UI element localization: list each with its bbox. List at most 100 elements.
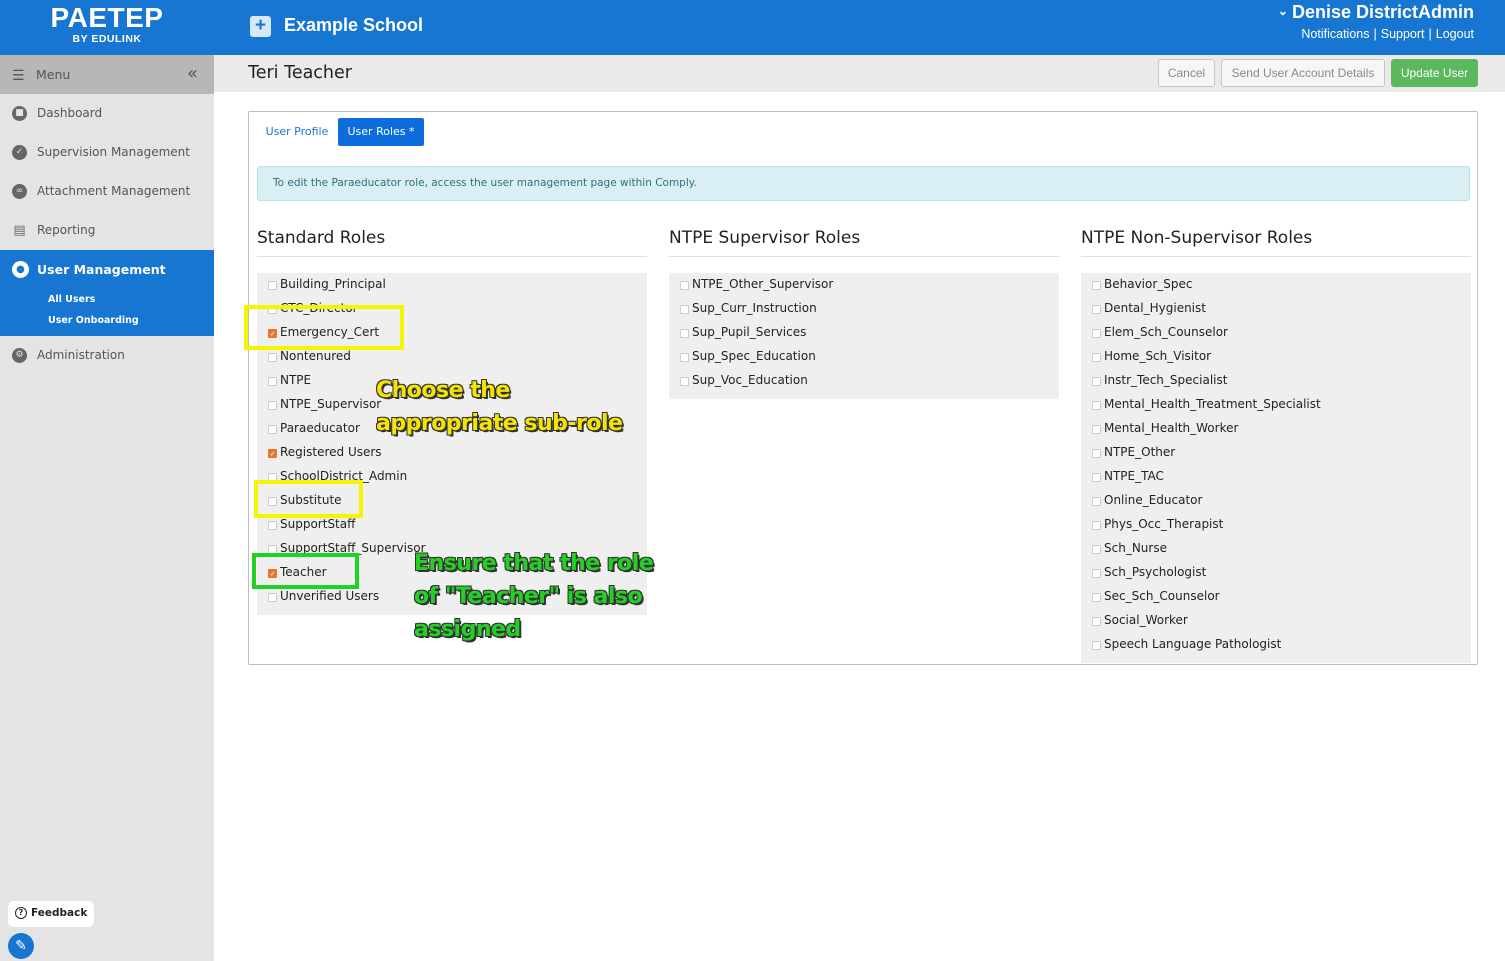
role-option[interactable]: Dental_Hygienist — [1081, 297, 1471, 321]
role-label: Dental_Hygienist — [1104, 301, 1206, 315]
sidebar-item-reporting[interactable]: ▤ Reporting — [0, 211, 214, 250]
sidebar-item-dashboard[interactable]: ■ Dashboard — [0, 94, 214, 133]
role-checkbox[interactable] — [1092, 545, 1101, 554]
role-checkbox[interactable] — [680, 377, 689, 386]
role-label: Sup_Curr_Instruction — [692, 301, 817, 315]
role-checkbox[interactable] — [268, 593, 277, 602]
role-option[interactable]: Online_Educator — [1081, 489, 1471, 513]
sidebar-item-supervision[interactable]: ✓ Supervision Management — [0, 133, 214, 172]
support-link[interactable]: Support — [1381, 27, 1425, 41]
sidebar-subitem-all-users[interactable]: All Users — [48, 294, 95, 305]
check-circle-icon: ✓ — [12, 145, 27, 160]
edit-icon[interactable]: ✎ — [8, 933, 34, 959]
column-title: NTPE Supervisor Roles — [669, 226, 1059, 257]
update-user-button[interactable]: Update User — [1391, 59, 1478, 87]
highlight-box-emergency-cert — [244, 305, 404, 350]
role-checkbox[interactable] — [1092, 569, 1101, 578]
role-option[interactable]: Elem_Sch_Counselor — [1081, 321, 1471, 345]
role-label: Social_Worker — [1104, 613, 1188, 627]
role-label: NTPE_Supervisor — [280, 397, 382, 411]
role-checkbox[interactable] — [268, 425, 277, 434]
role-label: Paraeducator — [280, 421, 360, 435]
sidebar-subitem-user-onboarding[interactable]: User Onboarding — [48, 315, 139, 326]
role-checkbox[interactable] — [1092, 305, 1101, 314]
paperclip-icon: ∞ — [12, 184, 27, 199]
role-checkbox[interactable] — [680, 281, 689, 290]
role-option[interactable]: Sup_Curr_Instruction — [669, 297, 1059, 321]
sidebar-item-attachment[interactable]: ∞ Attachment Management — [0, 172, 214, 211]
role-checkbox[interactable] — [1092, 353, 1101, 362]
role-checkbox[interactable] — [1092, 401, 1101, 410]
role-checkbox[interactable] — [268, 401, 277, 410]
role-label: Online_Educator — [1104, 493, 1203, 507]
role-checkbox[interactable]: ✓ — [268, 449, 277, 458]
logo[interactable]: PAETEP BY EDULINK — [0, 0, 214, 55]
role-checkbox[interactable] — [1092, 281, 1101, 290]
role-checkbox[interactable] — [1092, 329, 1101, 338]
role-label: Speech Language Pathologist — [1104, 637, 1282, 651]
role-option[interactable]: Sup_Spec_Education — [669, 345, 1059, 369]
role-label: Sup_Voc_Education — [692, 373, 808, 387]
role-checkbox[interactable] — [1092, 521, 1101, 530]
plus-icon[interactable]: + — [250, 16, 271, 37]
notifications-link[interactable]: Notifications — [1301, 27, 1369, 41]
tab-user-roles[interactable]: User Roles * — [338, 118, 424, 146]
school-name[interactable]: Example School — [284, 15, 423, 36]
question-icon: ? — [15, 907, 27, 919]
user-links: Notifications | Support | Logout — [1301, 27, 1474, 41]
sidebar-item-user-management[interactable]: ● User Management All Users User Onboard… — [0, 250, 214, 336]
column-title: NTPE Non-Supervisor Roles — [1081, 226, 1471, 257]
role-option[interactable]: Sch_Psychologist — [1081, 561, 1471, 585]
tab-user-profile[interactable]: User Profile — [257, 118, 337, 146]
role-label: Registered Users — [280, 445, 382, 459]
feedback-button[interactable]: ? Feedback — [8, 901, 94, 927]
role-option[interactable]: Behavior_Spec — [1081, 273, 1471, 297]
role-checkbox[interactable] — [268, 521, 277, 530]
role-checkbox[interactable] — [1092, 425, 1101, 434]
role-checkbox[interactable] — [1092, 377, 1101, 386]
role-option[interactable]: Mental_Health_Treatment_Specialist — [1081, 393, 1471, 417]
user-menu[interactable]: ⌄ Denise DistrictAdmin — [1278, 2, 1474, 23]
menu-label: Menu — [36, 67, 71, 82]
cancel-button[interactable]: Cancel — [1158, 59, 1215, 87]
role-checkbox[interactable] — [268, 353, 277, 362]
role-checkbox[interactable] — [268, 377, 277, 386]
role-checkbox[interactable] — [1092, 449, 1101, 458]
role-checkbox[interactable] — [1092, 617, 1101, 626]
role-label: Elem_Sch_Counselor — [1104, 325, 1228, 339]
role-checkbox[interactable] — [680, 329, 689, 338]
role-option[interactable]: Home_Sch_Visitor — [1081, 345, 1471, 369]
role-option[interactable]: Speech Language Pathologist — [1081, 633, 1471, 657]
logout-link[interactable]: Logout — [1436, 27, 1474, 41]
role-option[interactable]: Building_Principal — [257, 273, 647, 297]
role-checkbox[interactable] — [268, 281, 277, 290]
role-checkbox[interactable] — [680, 353, 689, 362]
role-label: Building_Principal — [280, 277, 386, 291]
send-account-details-button[interactable]: Send User Account Details — [1221, 59, 1385, 87]
role-option[interactable]: ✓ Registered Users — [257, 441, 647, 465]
role-option[interactable]: NTPE_Other_Supervisor — [669, 273, 1059, 297]
role-option[interactable]: Sup_Pupil_Services — [669, 321, 1059, 345]
role-option[interactable]: Sch_Nurse — [1081, 537, 1471, 561]
role-checkbox[interactable] — [1092, 593, 1101, 602]
sidebar-item-administration[interactable]: ⚙ Administration — [0, 336, 214, 375]
list-padding — [1081, 657, 1471, 663]
role-option[interactable]: Instr_Tech_Specialist — [1081, 369, 1471, 393]
role-label: Sup_Pupil_Services — [692, 325, 807, 339]
role-option[interactable]: NTPE_TAC — [1081, 465, 1471, 489]
role-label: Instr_Tech_Specialist — [1104, 373, 1228, 387]
role-checkbox[interactable] — [1092, 497, 1101, 506]
role-checkbox[interactable] — [1092, 473, 1101, 482]
sidebar: ☰ Menu « ■ Dashboard ✓ Supervision Manag… — [0, 55, 214, 961]
role-checkbox[interactable] — [680, 305, 689, 314]
role-label: NTPE_Other — [1104, 445, 1176, 459]
role-checkbox[interactable] — [1092, 641, 1101, 650]
role-option[interactable]: Phys_Occ_Therapist — [1081, 513, 1471, 537]
role-option[interactable]: NTPE_Other — [1081, 441, 1471, 465]
role-option[interactable]: Sec_Sch_Counselor — [1081, 585, 1471, 609]
role-option[interactable]: Social_Worker — [1081, 609, 1471, 633]
role-option[interactable]: Mental_Health_Worker — [1081, 417, 1471, 441]
collapse-icon[interactable]: « — [187, 63, 198, 84]
role-option[interactable]: Sup_Voc_Education — [669, 369, 1059, 393]
role-label: NTPE — [280, 373, 312, 387]
